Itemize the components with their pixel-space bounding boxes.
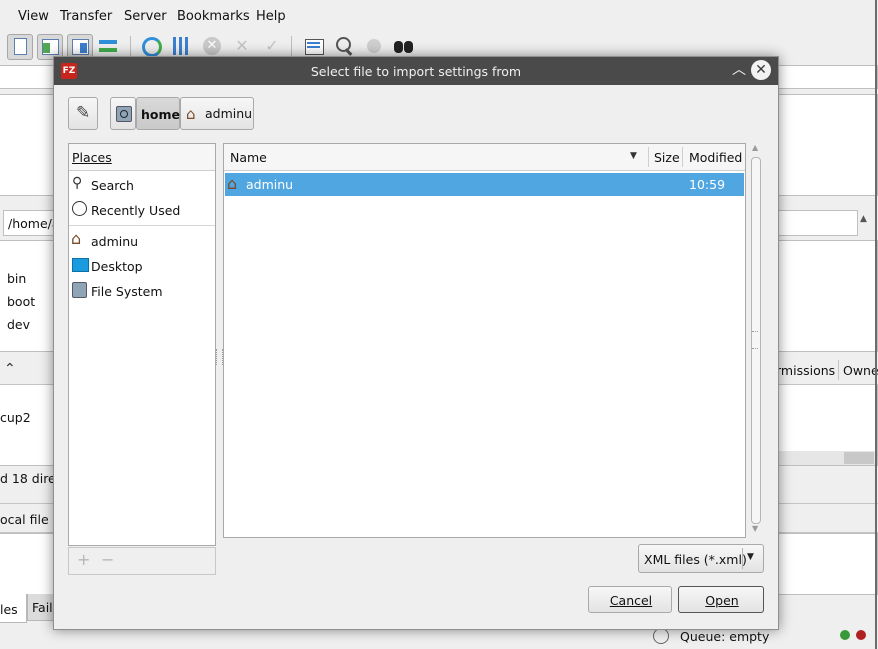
reconnect-icon: ✓ bbox=[265, 36, 279, 55]
file-filter-value: XML files (*.xml) bbox=[644, 552, 747, 567]
remote-path-field[interactable] bbox=[776, 210, 858, 236]
file-chooser-dialog: FZ Select file to import settings from ︿… bbox=[53, 56, 779, 630]
list-item[interactable]: cup2 bbox=[0, 410, 31, 425]
transfer-indicator-icon bbox=[856, 630, 866, 640]
places-item-file-system[interactable]: File System bbox=[69, 279, 215, 303]
file-list-header: Name ▼ Size Modified bbox=[224, 144, 745, 171]
file-row-modified: 10:59 bbox=[689, 177, 726, 192]
synchronized-browsing-icon bbox=[362, 34, 386, 58]
menu-transfer[interactable]: Transfer bbox=[60, 9, 112, 24]
breadcrumb-user-button[interactable]: ⌂ adminu bbox=[180, 97, 254, 130]
column-owner[interactable]: Owne bbox=[843, 363, 878, 378]
dialog-titlebar: FZ Select file to import settings from ︿… bbox=[54, 57, 778, 85]
column-local-file[interactable]: ocal file bbox=[0, 512, 49, 527]
menu-bookmarks[interactable]: Bookmarks bbox=[177, 9, 250, 24]
file-list-scrollbar[interactable]: ▲ ▼ bbox=[748, 143, 762, 536]
tree-item[interactable]: boot bbox=[7, 294, 35, 309]
scroll-down-icon[interactable]: ▼ bbox=[752, 524, 758, 533]
menubar: View Transfer Server Bookmarks Help bbox=[0, 0, 878, 32]
refresh-icon[interactable] bbox=[139, 34, 163, 58]
transfer-indicator-icon bbox=[840, 630, 850, 640]
directory-comparison-icon[interactable] bbox=[332, 34, 356, 58]
search-icon: ⚲ bbox=[72, 175, 83, 191]
clock-icon bbox=[72, 201, 87, 216]
places-item-label: Search bbox=[91, 178, 134, 193]
disconnect-icon: ✕ bbox=[235, 36, 249, 55]
scroll-up-icon[interactable]: ▲ bbox=[752, 143, 758, 152]
pane-splitter-handle[interactable] bbox=[216, 349, 223, 365]
toggle-queue-button[interactable] bbox=[97, 34, 121, 58]
queue-status: Queue: empty bbox=[680, 629, 770, 644]
add-place-icon: + bbox=[77, 550, 91, 569]
directory-listing-filters-icon[interactable] bbox=[302, 34, 326, 58]
collapse-icon[interactable]: ⌃ bbox=[4, 361, 16, 377]
cancel-operation-icon: ✕ bbox=[200, 34, 224, 58]
menu-help[interactable]: Help bbox=[256, 9, 286, 24]
cancel-button[interactable]: Cancel bbox=[588, 586, 672, 613]
sort-descending-icon[interactable]: ▼ bbox=[630, 151, 637, 161]
minimize-icon[interactable]: ︿ bbox=[729, 60, 749, 80]
close-icon[interactable]: ✕ bbox=[751, 60, 771, 80]
tab-queued-files[interactable]: les bbox=[0, 594, 27, 623]
binoculars-icon[interactable] bbox=[392, 34, 416, 58]
places-item-desktop[interactable]: Desktop bbox=[69, 254, 215, 278]
tree-item[interactable]: bin bbox=[7, 271, 26, 286]
file-filter-dropdown[interactable]: XML files (*.xml) ▼ bbox=[638, 544, 764, 573]
local-path-value: /home/a bbox=[8, 216, 60, 231]
places-item-label: adminu bbox=[91, 234, 139, 249]
places-item-search[interactable]: ⚲ Search bbox=[69, 173, 215, 197]
home-folder-icon: ⌂ bbox=[71, 229, 82, 248]
file-row[interactable]: ⌂ adminu 10:59 bbox=[225, 173, 744, 196]
places-header: Places bbox=[69, 144, 215, 171]
breadcrumb-label: home bbox=[141, 107, 180, 122]
places-header-label: Places bbox=[72, 150, 112, 165]
file-row-name: adminu bbox=[246, 177, 294, 192]
dialog-title: Select file to import settings from bbox=[310, 64, 522, 79]
speed-limit-icon[interactable] bbox=[653, 628, 669, 644]
places-item-recently-used[interactable]: Recently Used bbox=[69, 198, 215, 222]
column-permissions[interactable]: rmissions bbox=[776, 363, 835, 378]
remote-path-dropdown-arrow-icon[interactable]: ▲ bbox=[860, 214, 867, 224]
places-item-home[interactable]: ⌂ adminu bbox=[69, 229, 215, 253]
column-name[interactable]: Name bbox=[230, 150, 267, 165]
toggle-message-log-button[interactable] bbox=[7, 34, 33, 60]
remove-place-icon: − bbox=[101, 550, 115, 569]
pencil-icon: ✎ bbox=[76, 103, 91, 123]
open-button[interactable]: Open bbox=[678, 586, 764, 613]
places-item-label: Recently Used bbox=[91, 203, 181, 218]
window-edge bbox=[875, 0, 877, 649]
places-toolbar: + − bbox=[68, 547, 216, 575]
column-modified[interactable]: Modified bbox=[689, 150, 742, 165]
chevron-down-icon: ▼ bbox=[747, 552, 754, 562]
tab-label: les bbox=[0, 602, 18, 617]
breadcrumb-root-button[interactable] bbox=[110, 97, 136, 130]
open-button-label: Open bbox=[705, 593, 739, 608]
file-list: Name ▼ Size Modified ⌂ adminu 10:59 bbox=[223, 143, 746, 538]
breadcrumb-label: adminu bbox=[205, 106, 253, 121]
type-location-button[interactable]: ✎ bbox=[68, 97, 98, 130]
drive-icon bbox=[116, 106, 132, 122]
horizontal-scrollbar[interactable] bbox=[776, 451, 876, 465]
tree-item[interactable]: dev bbox=[7, 317, 30, 332]
places-item-label: Desktop bbox=[91, 259, 143, 274]
status-summary: d 18 dire bbox=[0, 471, 56, 486]
home-folder-icon: ⌂ bbox=[186, 105, 196, 123]
cancel-button-label: Cancel bbox=[609, 593, 653, 608]
column-size[interactable]: Size bbox=[654, 150, 680, 165]
places-separator bbox=[69, 225, 215, 226]
places-sidebar: Places ⚲ Search Recently Used ⌂ adminu D… bbox=[68, 143, 216, 546]
home-folder-icon: ⌂ bbox=[227, 174, 238, 193]
places-item-label: File System bbox=[91, 284, 163, 299]
breadcrumb-home-button[interactable]: home bbox=[136, 97, 180, 130]
menu-view[interactable]: View bbox=[18, 9, 49, 24]
desktop-icon bbox=[72, 258, 89, 272]
drive-icon bbox=[72, 282, 87, 298]
process-queue-icon[interactable] bbox=[169, 34, 193, 58]
menu-server[interactable]: Server bbox=[124, 9, 167, 24]
